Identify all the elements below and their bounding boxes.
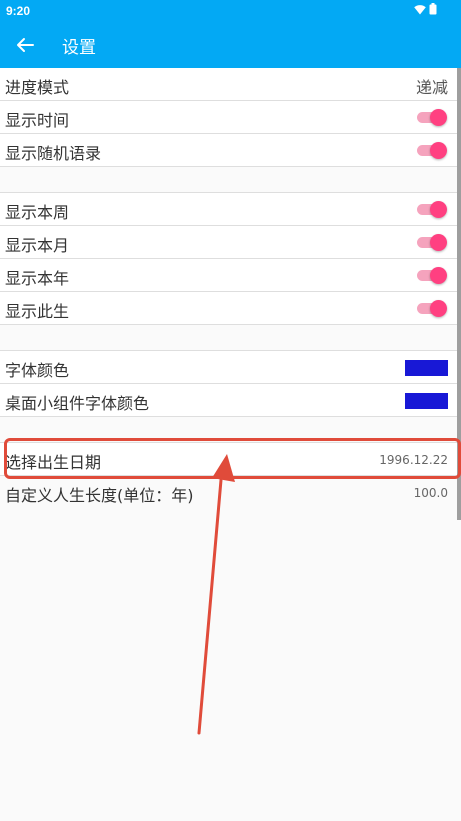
- annotation-arrow-icon: [197, 454, 235, 735]
- widget-font-color-swatch: [405, 393, 448, 409]
- switch-thumb: [430, 267, 447, 284]
- status-icons: [414, 3, 437, 15]
- page-title: 设置: [62, 38, 96, 58]
- setting-progress-mode[interactable]: 进度模式 递减: [0, 68, 461, 101]
- setting-show-time: 显示时间: [0, 101, 461, 134]
- switch-thumb: [430, 234, 447, 251]
- battery-icon: [429, 3, 437, 15]
- section-divider: [0, 167, 461, 193]
- app-bar: 设置: [0, 22, 461, 68]
- status-bar: 9:20: [0, 0, 461, 22]
- wifi-icon: [414, 4, 426, 14]
- setting-label: 显示时间: [5, 111, 70, 130]
- setting-show-month: 显示本月: [0, 226, 461, 259]
- font-color-swatch: [405, 360, 448, 376]
- switch-thumb: [430, 142, 447, 159]
- setting-show-week: 显示本周: [0, 193, 461, 226]
- setting-label: 显示随机语录: [5, 144, 102, 163]
- setting-show-year: 显示本年: [0, 259, 461, 292]
- status-time: 9:20: [6, 4, 31, 18]
- switch-thumb: [430, 201, 447, 218]
- life-length-value: 100.0: [413, 486, 448, 500]
- section-divider: [0, 325, 461, 351]
- switch-thumb: [430, 109, 447, 126]
- setting-font-color[interactable]: 字体颜色: [0, 351, 461, 384]
- setting-label: 显示本月: [5, 236, 70, 255]
- toggle-switch[interactable]: [417, 142, 447, 159]
- setting-show-life: 显示此生: [0, 292, 461, 325]
- switch-thumb: [430, 300, 447, 317]
- arrow-left-icon[interactable]: [12, 32, 38, 58]
- toggle-switch[interactable]: [417, 201, 447, 218]
- toggle-switch[interactable]: [417, 267, 447, 284]
- toggle-switch[interactable]: [417, 234, 447, 251]
- toggle-switch[interactable]: [417, 109, 447, 126]
- setting-label: 自定义人生长度(单位：年): [5, 486, 194, 505]
- setting-show-random-quote: 显示随机语录: [0, 134, 461, 167]
- setting-label: 显示本周: [5, 203, 70, 222]
- toggle-switch[interactable]: [417, 300, 447, 317]
- setting-label: 字体颜色: [5, 361, 70, 380]
- setting-widget-font-color[interactable]: 桌面小组件字体颜色: [0, 384, 461, 417]
- setting-label: 显示本年: [5, 269, 70, 288]
- setting-value: 递减: [415, 78, 448, 97]
- setting-label: 显示此生: [5, 302, 70, 321]
- setting-label: 桌面小组件字体颜色: [5, 394, 150, 413]
- setting-label: 进度模式: [5, 78, 70, 97]
